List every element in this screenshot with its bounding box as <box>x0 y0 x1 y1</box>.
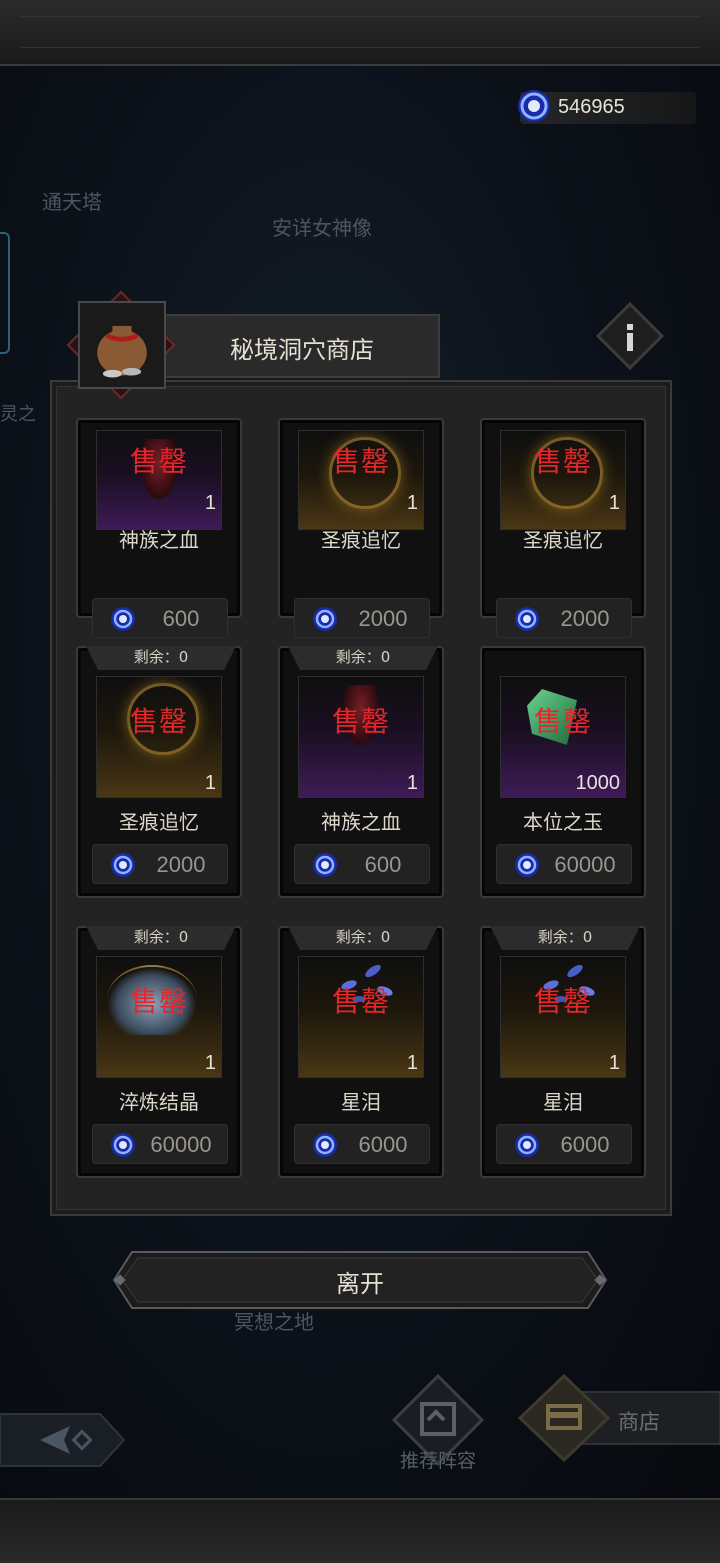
sold-out-label: 售罄 <box>331 705 390 738</box>
background-label-statue: 安详女神像 <box>272 216 372 240</box>
price-tag: 2000 <box>92 844 228 884</box>
item-quantity: 1 <box>204 1052 216 1074</box>
sold-out-label: 售罄 <box>533 705 592 738</box>
item-name: 圣痕追忆 <box>119 810 199 834</box>
blue-portal-coin-icon <box>515 1133 539 1157</box>
bottom-frame <box>0 1498 720 1563</box>
item-name: 圣痕追忆 <box>523 528 603 552</box>
item-name: 星泪 <box>341 1090 381 1114</box>
price-tag: 2000 <box>294 598 430 638</box>
shop-item-card[interactable]: 剩余：0 售罄 1 星泪 6000 <box>278 926 444 1178</box>
remaining-count: 剩余：0 <box>288 646 438 670</box>
back-arrow-icon[interactable] <box>0 1410 128 1470</box>
currency-amount: 546965 <box>558 96 625 118</box>
item-price: 600 <box>162 606 200 631</box>
item-price: 2000 <box>358 606 408 631</box>
item-price: 600 <box>364 852 402 877</box>
item-price: 6000 <box>560 1132 610 1157</box>
item-name: 星泪 <box>543 1090 583 1114</box>
recommend-lineup-label[interactable]: 推荐阵容 <box>380 1446 496 1473</box>
item-quantity: 1 <box>406 772 418 794</box>
shop-item-card[interactable]: 剩余：0 售罄 1 神族之血 600 <box>278 646 444 898</box>
item-quantity: 1 <box>608 492 620 514</box>
price-tag: 60000 <box>496 844 632 884</box>
shop-item-card[interactable]: 剩余：0 售罄 1 淬炼结晶 60000 <box>76 926 242 1178</box>
remaining-count: 剩余：0 <box>86 646 236 670</box>
shop-title: 秘境洞穴商店 <box>230 336 374 364</box>
price-tag: 6000 <box>496 1124 632 1164</box>
item-price: 60000 <box>150 1132 212 1157</box>
item-price: 6000 <box>358 1132 408 1157</box>
item-price: 2000 <box>560 606 610 631</box>
item-name: 神族之血 <box>321 810 401 834</box>
info-icon[interactable] <box>596 302 664 370</box>
blue-portal-coin-icon <box>313 1133 337 1157</box>
money-bag-icon <box>97 325 147 378</box>
background-label-left: 灵之 <box>0 404 36 425</box>
background-label-meditation: 冥想之地 <box>234 1310 314 1334</box>
shop-nav-button[interactable] <box>512 1372 720 1464</box>
blue-portal-coin-icon <box>313 607 337 631</box>
blue-portal-coin-icon <box>111 1133 135 1157</box>
shop-item-card[interactable]: 售罄 1 圣痕追忆 2000 <box>480 418 646 638</box>
left-edge-tab[interactable] <box>0 232 10 354</box>
background-label-tower: 通天塔 <box>42 190 102 214</box>
sold-out-label: 售罄 <box>533 445 592 478</box>
price-tag: 2000 <box>496 598 632 638</box>
item-quantity: 1 <box>608 1052 620 1074</box>
item-quantity: 1 <box>406 492 418 514</box>
remaining-count: 剩余：0 <box>490 926 640 950</box>
blue-portal-coin-icon <box>111 607 135 631</box>
top-frame <box>0 0 720 66</box>
sold-out-label: 售罄 <box>129 705 188 738</box>
remaining-count: 剩余：0 <box>86 926 236 950</box>
item-price: 60000 <box>554 852 616 877</box>
leave-button-label[interactable]: 离开 <box>112 1264 608 1299</box>
shop-item-card[interactable]: 剩余：0 售罄 1 星泪 6000 <box>480 926 646 1178</box>
price-tag: 600 <box>294 844 430 884</box>
price-tag: 600 <box>92 598 228 638</box>
item-quantity: 1 <box>406 1052 418 1074</box>
shop-avatar <box>78 301 166 389</box>
blue-portal-coin-icon <box>313 853 337 877</box>
blue-portal-coin-icon <box>515 853 539 877</box>
currency-display: 546965 <box>518 90 696 124</box>
item-quantity: 1000 <box>575 772 621 794</box>
price-tag: 60000 <box>92 1124 228 1164</box>
sold-out-label: 售罄 <box>331 985 390 1018</box>
blue-portal-coin-icon <box>111 853 135 877</box>
sold-out-label: 售罄 <box>533 985 592 1018</box>
blue-portal-coin-icon <box>518 90 550 122</box>
shop-item-card[interactable]: 售罄 1000 本位之玉 60000 <box>480 646 646 898</box>
item-name: 神族之血 <box>119 528 199 552</box>
shop-item-card[interactable]: 售罄 1 神族之血 600 <box>76 418 242 638</box>
shop-item-card[interactable]: 剩余：0 售罄 1 圣痕追忆 2000 <box>76 646 242 898</box>
item-name: 本位之玉 <box>523 810 603 834</box>
shop-nav-label[interactable]: 商店 <box>618 1406 660 1436</box>
price-tag: 6000 <box>294 1124 430 1164</box>
item-quantity: 1 <box>204 492 216 514</box>
shop-item-card[interactable]: 售罄 1 圣痕追忆 2000 <box>278 418 444 638</box>
remaining-count: 剩余：0 <box>288 926 438 950</box>
item-quantity: 1 <box>204 772 216 794</box>
sold-out-label: 售罄 <box>129 445 188 478</box>
sold-out-label: 售罄 <box>129 985 188 1018</box>
item-price: 2000 <box>156 852 206 877</box>
sold-out-label: 售罄 <box>331 445 390 478</box>
item-name: 圣痕追忆 <box>321 528 401 552</box>
item-name: 淬炼结晶 <box>119 1090 199 1114</box>
blue-portal-coin-icon <box>515 607 539 631</box>
